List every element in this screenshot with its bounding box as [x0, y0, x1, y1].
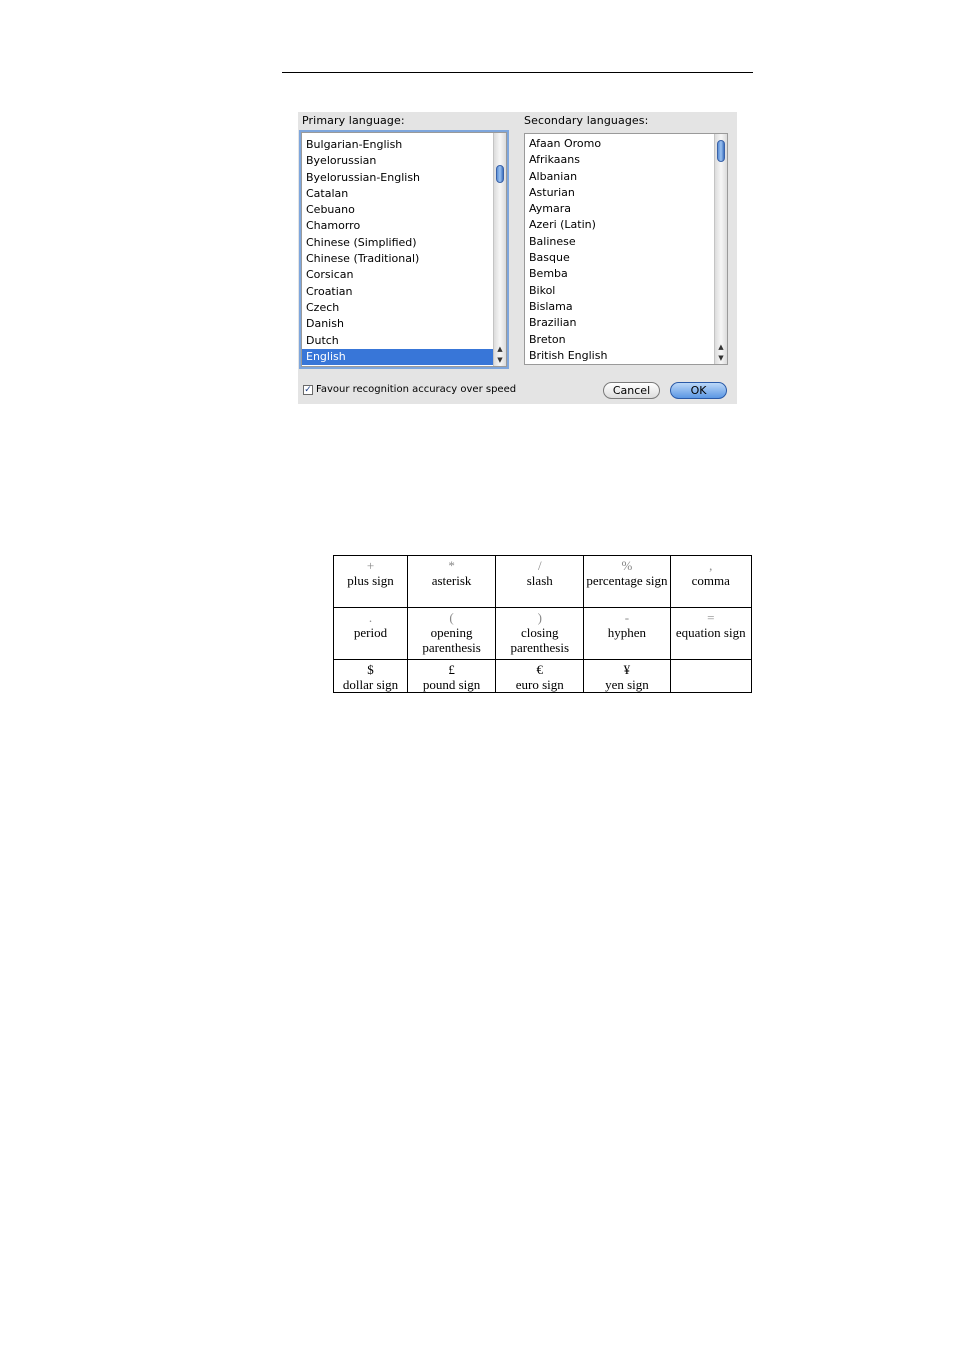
language-list-item[interactable]: Chinese (Simplified) — [302, 235, 493, 251]
symbol-glyph: - — [624, 610, 630, 625]
language-list-item[interactable]: Bulgarian-English — [302, 137, 493, 153]
language-list-item[interactable]: Catalan — [302, 186, 493, 202]
language-list-item[interactable]: Bikol — [525, 283, 714, 299]
language-list-item[interactable]: Aymara — [525, 201, 714, 217]
symbol-cell: , comma — [669, 555, 752, 608]
language-list-item[interactable]: Croatian — [302, 284, 493, 300]
primary-scrollbar[interactable]: ▲ ▼ — [493, 133, 506, 366]
language-list-item[interactable]: Cebuano — [302, 202, 493, 218]
secondary-scroll-thumb[interactable] — [717, 140, 725, 162]
scroll-up-arrow-icon[interactable]: ▲ — [715, 342, 727, 353]
primary-language-label: Primary language: — [302, 114, 405, 127]
symbol-name: asterisk — [431, 573, 472, 588]
table-row: + plus sign * asterisk / slash% percentage sig… — [333, 555, 752, 608]
language-list-item[interactable]: Bemba — [525, 266, 714, 282]
scroll-up-arrow-icon[interactable]: ▲ — [494, 344, 506, 355]
symbol-name: percentage sign — [586, 573, 668, 588]
symbol-name: hyphen — [607, 625, 647, 640]
accuracy-option[interactable]: ✓ Favour recognition accuracy over speed — [303, 384, 516, 395]
symbol-name: pound sign — [422, 677, 481, 692]
symbol-name: yen sign — [605, 677, 649, 692]
language-list-item[interactable]: Corsican — [302, 267, 493, 283]
language-list-item[interactable]: Byelorussian — [302, 153, 493, 169]
primary-language-items: Bulgarian-English Byelorussian Byelorussia… — [302, 137, 493, 366]
symbol-name: slash — [526, 573, 553, 588]
symbol-cell: ¥ yen sign — [583, 659, 671, 693]
language-list-item[interactable]: British English — [525, 348, 714, 364]
language-list-item[interactable]: Danish — [302, 316, 493, 332]
accuracy-checkbox-label: Favour recognition accuracy over speed — [316, 384, 517, 395]
symbol-glyph: ) — [537, 610, 542, 625]
language-list-item[interactable]: Czech — [302, 300, 493, 316]
symbol-cell: / slash — [495, 555, 585, 608]
symbol-name: euro sign — [515, 677, 564, 692]
language-list-item[interactable]: Chamorro — [302, 218, 493, 234]
symbol-cell: ) closing parenthesis — [495, 607, 585, 660]
symbol-cell: % percentage sign — [583, 555, 671, 608]
symbol-name: dollar sign — [342, 677, 399, 692]
symbol-glyph: % — [621, 558, 633, 573]
cancel-button[interactable]: Cancel — [603, 382, 660, 399]
symbol-glyph: £ — [448, 662, 455, 677]
symbols-table: + plus sign * asterisk / slash% percentage sig… — [333, 555, 752, 693]
symbol-cell: £ pound sign — [406, 659, 497, 693]
language-list-item[interactable]: Azeri (Latin) — [525, 217, 714, 233]
symbol-cell: $ dollar sign — [333, 659, 408, 693]
secondary-languages-label: Secondary languages: — [524, 114, 649, 127]
symbol-name: opening parenthesis — [422, 625, 481, 655]
language-list-item[interactable]: Basque — [525, 250, 714, 266]
symbol-glyph: $ — [367, 662, 374, 677]
symbol-glyph: ( — [449, 610, 454, 625]
secondary-language-items: Afaan Oromo Afrikaans Albanian Asturian Ayma… — [525, 136, 714, 364]
accuracy-checkbox[interactable]: ✓ — [303, 384, 313, 395]
language-list-item[interactable]: Breton — [525, 332, 714, 348]
language-list-item[interactable]: Brazilian — [525, 315, 714, 331]
page-header-rule — [282, 72, 753, 73]
symbol-glyph: . — [368, 610, 373, 625]
symbol-glyph: , — [709, 558, 713, 573]
primary-scroll-thumb[interactable] — [496, 165, 504, 183]
symbol-cell: € euro sign — [495, 659, 585, 693]
language-list-item[interactable]: Byelorussian-English — [302, 170, 493, 186]
symbol-name: closing parenthesis — [510, 625, 569, 655]
symbol-name: comma — [691, 573, 730, 588]
scroll-down-arrow-icon[interactable]: ▼ — [494, 355, 506, 366]
symbol-glyph: / — [537, 558, 542, 573]
symbol-cell: + plus sign — [333, 555, 408, 608]
symbol-cell: * asterisk — [406, 555, 497, 608]
symbol-cell: - hyphen — [583, 607, 671, 660]
language-list-item[interactable]: Afrikaans — [525, 152, 714, 168]
language-list-item[interactable]: English — [302, 348, 493, 366]
symbol-glyph: + — [366, 558, 375, 573]
scroll-down-arrow-icon[interactable]: ▼ — [715, 353, 727, 364]
language-list-item[interactable]: Chinese (Traditional) — [302, 251, 493, 267]
language-list-item[interactable]: Albanian — [525, 169, 714, 185]
language-list-item[interactable]: Dutch — [302, 333, 493, 349]
secondary-languages-list[interactable]: Afaan Oromo Afrikaans Albanian Asturian Ayma… — [524, 133, 728, 365]
table-row: . period(opening parenthesis) closing pare… — [333, 607, 752, 660]
table-row: $ dollar sign £ pound sign € euro sign ¥ yen si… — [333, 659, 752, 693]
symbol-cell — [669, 659, 752, 693]
symbol-cell: = equation sign — [669, 607, 752, 660]
symbol-name: plus sign — [347, 573, 394, 588]
symbol-cell: (opening parenthesis — [406, 607, 497, 660]
language-list-item[interactable]: Bislama — [525, 299, 714, 315]
language-selection-dialog: Primary language: Secondary languages: B… — [298, 112, 737, 404]
symbol-glyph: = — [707, 610, 715, 625]
symbol-glyph: ¥ — [623, 662, 631, 677]
symbol-glyph: € — [536, 662, 544, 677]
language-list-item[interactable]: Afaan Oromo — [525, 136, 714, 152]
primary-language-list[interactable]: Bulgarian-English Byelorussian Byelorussia… — [301, 132, 507, 367]
ok-button[interactable]: OK — [670, 382, 727, 399]
symbol-name: equation sign — [675, 625, 746, 640]
language-list-item[interactable]: Asturian — [525, 185, 714, 201]
secondary-scrollbar[interactable]: ▲ ▼ — [714, 134, 727, 364]
symbol-name: period — [353, 625, 388, 640]
symbol-cell: . period — [333, 607, 408, 660]
symbol-glyph: * — [448, 558, 455, 573]
language-list-item[interactable]: Balinese — [525, 234, 714, 250]
